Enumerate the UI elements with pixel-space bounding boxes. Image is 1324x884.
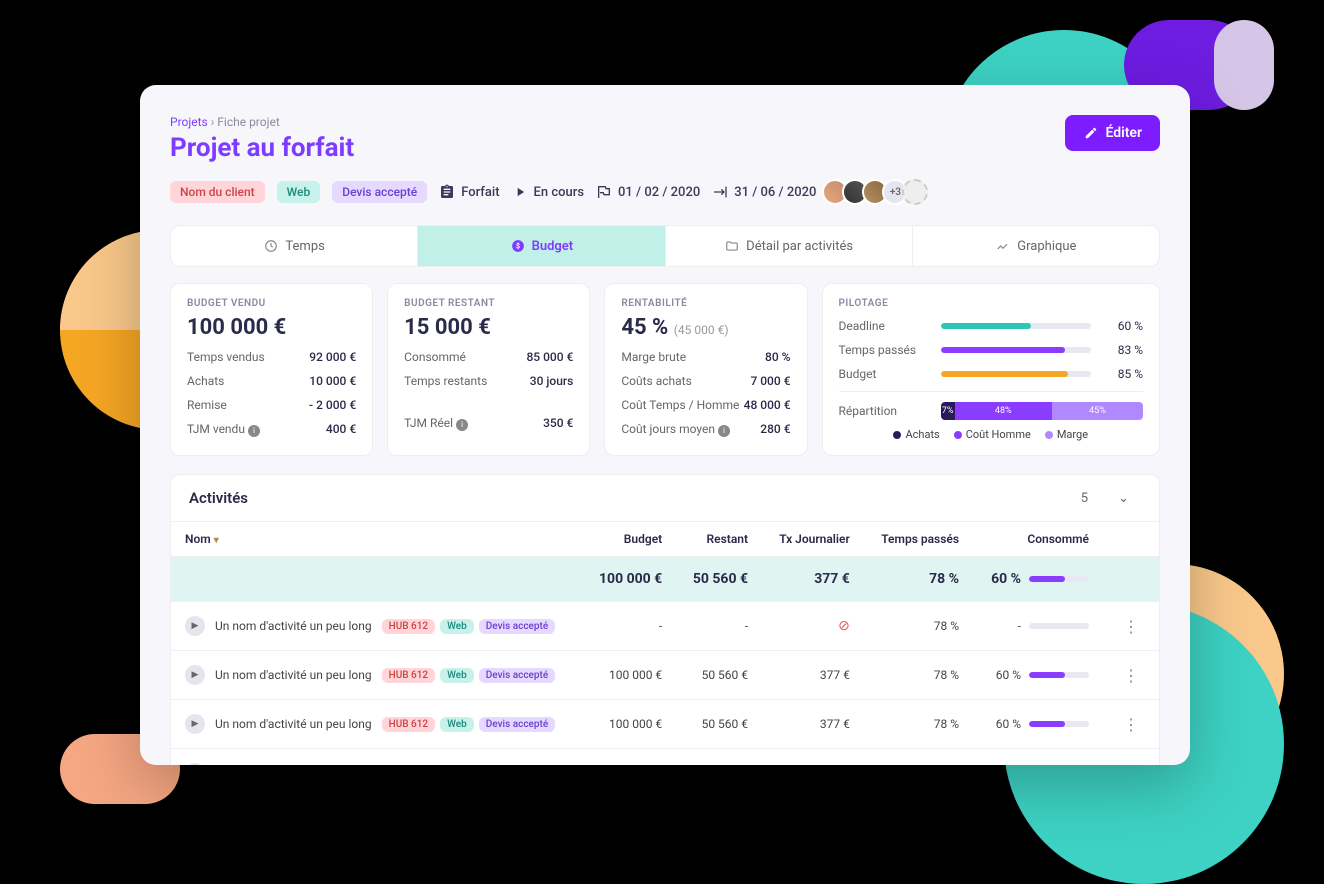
dollar-icon: $ bbox=[510, 238, 526, 254]
row-menu-button[interactable]: ⋮ bbox=[1117, 715, 1145, 734]
table-total-row: 100 000 €50 560 €377 €78 %60 % bbox=[171, 557, 1159, 602]
kpi-rentabilite: RENTABILITÉ 45 % (45 000 €) Marge brute8… bbox=[604, 283, 807, 456]
pencil-icon bbox=[1083, 125, 1099, 141]
kpi-title: BUDGET VENDU bbox=[187, 298, 356, 309]
kpi-value: 45 % (45 000 €) bbox=[621, 315, 790, 340]
tab-graphique[interactable]: Graphique bbox=[913, 226, 1159, 266]
info-icon[interactable]: i bbox=[718, 425, 730, 437]
tab-detail[interactable]: Détail par activités bbox=[666, 226, 913, 266]
table-row: ▶Un nom d'activité un peu longHUB 612Web… bbox=[171, 749, 1159, 766]
meta-row: Nom du client Web Devis accepté Forfait … bbox=[170, 179, 1160, 205]
col-restant[interactable]: Restant bbox=[676, 522, 762, 557]
expand-button[interactable]: ▶ bbox=[185, 616, 205, 636]
pilot-row: Budget85 % bbox=[839, 367, 1144, 381]
chevron-down-icon: ⌄ bbox=[1118, 491, 1129, 506]
project-card: Projets › Fiche projet Projet au forfait… bbox=[140, 85, 1190, 765]
info-icon[interactable]: i bbox=[248, 425, 260, 437]
clipboard-icon bbox=[439, 184, 455, 200]
expand-button[interactable]: ▶ bbox=[185, 763, 205, 765]
pilot-row: Deadline60 % bbox=[839, 319, 1144, 333]
kpi-title: BUDGET RESTANT bbox=[404, 298, 573, 309]
flag-end-icon bbox=[712, 184, 728, 200]
col-nom[interactable]: Nom▾ bbox=[171, 522, 582, 557]
activities-title: Activités bbox=[189, 489, 248, 507]
breadcrumb: Projets › Fiche projet bbox=[170, 115, 354, 129]
meta-type: Forfait bbox=[439, 184, 499, 200]
edit-button[interactable]: Éditer bbox=[1065, 115, 1160, 151]
table-row: ▶Un nom d'activité un peu longHUB 612Web… bbox=[171, 651, 1159, 700]
activities-count-dropdown[interactable]: 5⌄ bbox=[1081, 491, 1141, 506]
pilot-row: Temps passés83 % bbox=[839, 343, 1144, 357]
col-tx[interactable]: Tx Journalier bbox=[762, 522, 864, 557]
breadcrumb-current: Fiche projet bbox=[217, 115, 279, 129]
sort-icon: ▾ bbox=[214, 535, 219, 546]
chart-icon bbox=[995, 238, 1011, 254]
folder-icon bbox=[724, 238, 740, 254]
clock-icon bbox=[263, 238, 279, 254]
repartition-bar: 7%48%45% bbox=[941, 402, 1144, 420]
edit-button-label: Éditer bbox=[1105, 125, 1142, 141]
chip-tech[interactable]: Web bbox=[277, 181, 321, 203]
kpi-title: RENTABILITÉ bbox=[621, 298, 790, 309]
play-icon bbox=[512, 184, 528, 200]
legend: AchatsCoût HommeMarge bbox=[839, 428, 1144, 441]
table-row: ▶Un nom d'activité un peu longHUB 612Web… bbox=[171, 700, 1159, 749]
meta-state: En cours bbox=[512, 184, 585, 200]
col-temps[interactable]: Temps passés bbox=[864, 522, 973, 557]
kpi-title: PILOTAGE bbox=[839, 298, 1144, 309]
row-menu-button[interactable]: ⋮ bbox=[1117, 617, 1145, 636]
meta-start-date: 01 / 02 / 2020 bbox=[596, 184, 700, 200]
page-title: Projet au forfait bbox=[170, 133, 354, 163]
avatar-add[interactable] bbox=[902, 179, 928, 205]
kpi-budget-restant: BUDGET RESTANT 15 000 € Consommé85 000 €… bbox=[387, 283, 590, 456]
tab-temps[interactable]: Temps bbox=[171, 226, 418, 266]
row-menu-button[interactable]: ⋮ bbox=[1117, 764, 1145, 766]
col-budget[interactable]: Budget bbox=[582, 522, 676, 557]
kpi-value: 15 000 € bbox=[404, 315, 573, 340]
kpi-pilotage: PILOTAGE Deadline60 % Temps passés83 % Bud… bbox=[822, 283, 1161, 456]
svg-text:$: $ bbox=[516, 242, 520, 250]
tab-budget[interactable]: $Budget bbox=[418, 226, 665, 266]
table-row: ▶Un nom d'activité un peu longHUB 612Web… bbox=[171, 602, 1159, 651]
chip-status[interactable]: Devis accepté bbox=[332, 181, 427, 203]
col-consomme[interactable]: Consommé bbox=[973, 522, 1103, 557]
flag-start-icon bbox=[596, 184, 612, 200]
chip-client[interactable]: Nom du client bbox=[170, 181, 265, 203]
activities-panel: Activités 5⌄ Nom▾ Budget Restant Tx Jour… bbox=[170, 474, 1160, 765]
meta-end-date: 31 / 06 / 2020 bbox=[712, 184, 816, 200]
expand-button[interactable]: ▶ bbox=[185, 714, 205, 734]
repartition-label: Répartition bbox=[839, 404, 929, 418]
breadcrumb-root[interactable]: Projets bbox=[170, 115, 208, 129]
expand-button[interactable]: ▶ bbox=[185, 665, 205, 685]
info-icon[interactable]: i bbox=[456, 419, 468, 431]
warning-icon: ⊘ bbox=[838, 618, 850, 634]
row-menu-button[interactable]: ⋮ bbox=[1117, 666, 1145, 685]
kpi-budget-vendu: BUDGET VENDU 100 000 € Temps vendus92 00… bbox=[170, 283, 373, 456]
tabs: Temps $Budget Détail par activités Graph… bbox=[170, 225, 1160, 267]
avatar-stack[interactable]: +3 bbox=[828, 179, 928, 205]
kpi-value: 100 000 € bbox=[187, 315, 356, 340]
activities-table: Nom▾ Budget Restant Tx Journalier Temps … bbox=[171, 522, 1159, 765]
